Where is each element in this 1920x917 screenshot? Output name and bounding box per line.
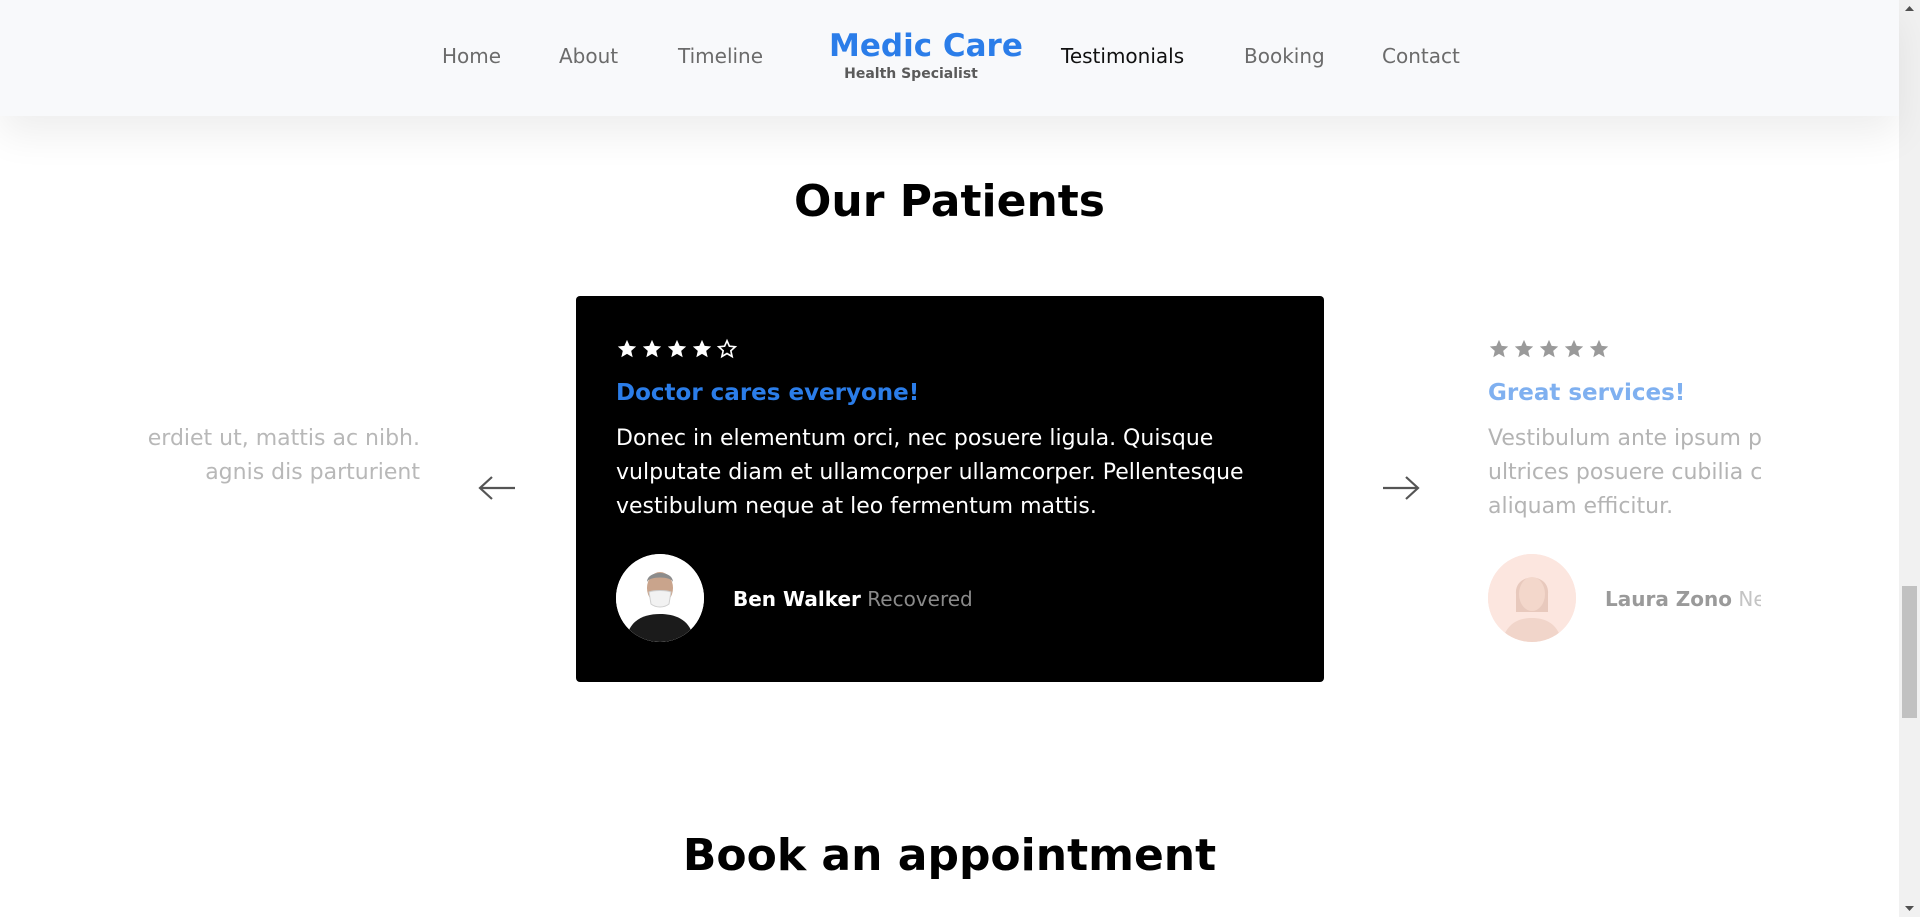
star-filled-icon [692,339,712,358]
star-filled-icon [617,339,637,358]
scroll-up-icon[interactable] [1899,0,1920,17]
star-filled-icon [1539,339,1559,358]
scroll-down-icon[interactable] [1899,900,1920,917]
next-slide-text-line: aliquam efficitur. [1488,494,1674,519]
nav-link-testimonials[interactable]: Testimonials [1061,44,1184,68]
testimonial-author: Laura Zono New [1605,586,1761,612]
rating-stars [1488,338,1610,360]
star-filled-icon [1489,339,1509,358]
brand-subtitle: Health Specialist [844,66,978,82]
author-name: Ben Walker [733,587,861,611]
rating-stars [616,338,738,360]
testimonial-heading: Doctor cares everyone! [616,380,920,406]
site-header: Home About Timeline Medic Care Health Sp… [0,0,1899,116]
next-testimonial-heading: Great services! [1488,380,1686,406]
author-name: Laura Zono [1605,587,1733,611]
star-filled-icon [667,339,687,358]
next-slide-text-line: Vestibulum ante ipsum primis [1488,426,1761,451]
next-slide-text-line: ultrices posuere cubilia curae [1488,460,1761,485]
scrollbar-thumb[interactable] [1902,586,1917,718]
brand-title: Medic Care [829,28,1023,64]
avatar [616,554,704,642]
brand-logo[interactable]: Medic Care Health Specialist [829,28,1023,82]
testimonial-body: Donec in elementum orci, nec posuere lig… [616,426,1244,519]
previous-slide-text-line: agnis dis parturient [205,460,420,485]
booking-title: Book an appointment [682,830,1217,881]
previous-slide-text-line: erdiet ut, mattis ac nibh. [147,426,420,451]
next-testimonial-slide: Great services! Vestibulum ante ipsum pr… [1488,296,1761,696]
nav-link-booking[interactable]: Booking [1244,44,1325,68]
star-filled-icon [642,339,662,358]
author-status: New [1738,587,1761,611]
patient-photo [616,554,704,642]
nav-link-timeline[interactable]: Timeline [678,44,763,68]
nav-link-home[interactable]: Home [442,44,501,68]
testimonial-author: Ben Walker Recovered [733,586,973,612]
arrow-left-icon[interactable] [477,474,517,502]
author-status: Recovered [867,587,973,611]
avatar [1488,554,1576,642]
nav-link-contact[interactable]: Contact [1382,44,1460,68]
star-filled-icon [1514,339,1534,358]
next-testimonial-body: Vestibulum ante ipsum primis ultrices po… [1488,422,1761,524]
previous-testimonial-slide: erdiet ut, mattis ac nibh. agnis dis par… [140,296,420,696]
nav-link-about[interactable]: About [559,44,618,68]
star-empty-icon [716,338,738,359]
testimonials-title: Our Patients [793,176,1105,227]
patient-photo [1488,554,1576,642]
arrow-right-icon[interactable] [1381,474,1421,502]
star-filled-icon [1589,339,1609,358]
testimonial-card: Doctor cares everyone! Donec in elementu… [576,296,1324,682]
page-scrollbar[interactable] [1899,0,1920,917]
star-filled-icon [1564,339,1584,358]
